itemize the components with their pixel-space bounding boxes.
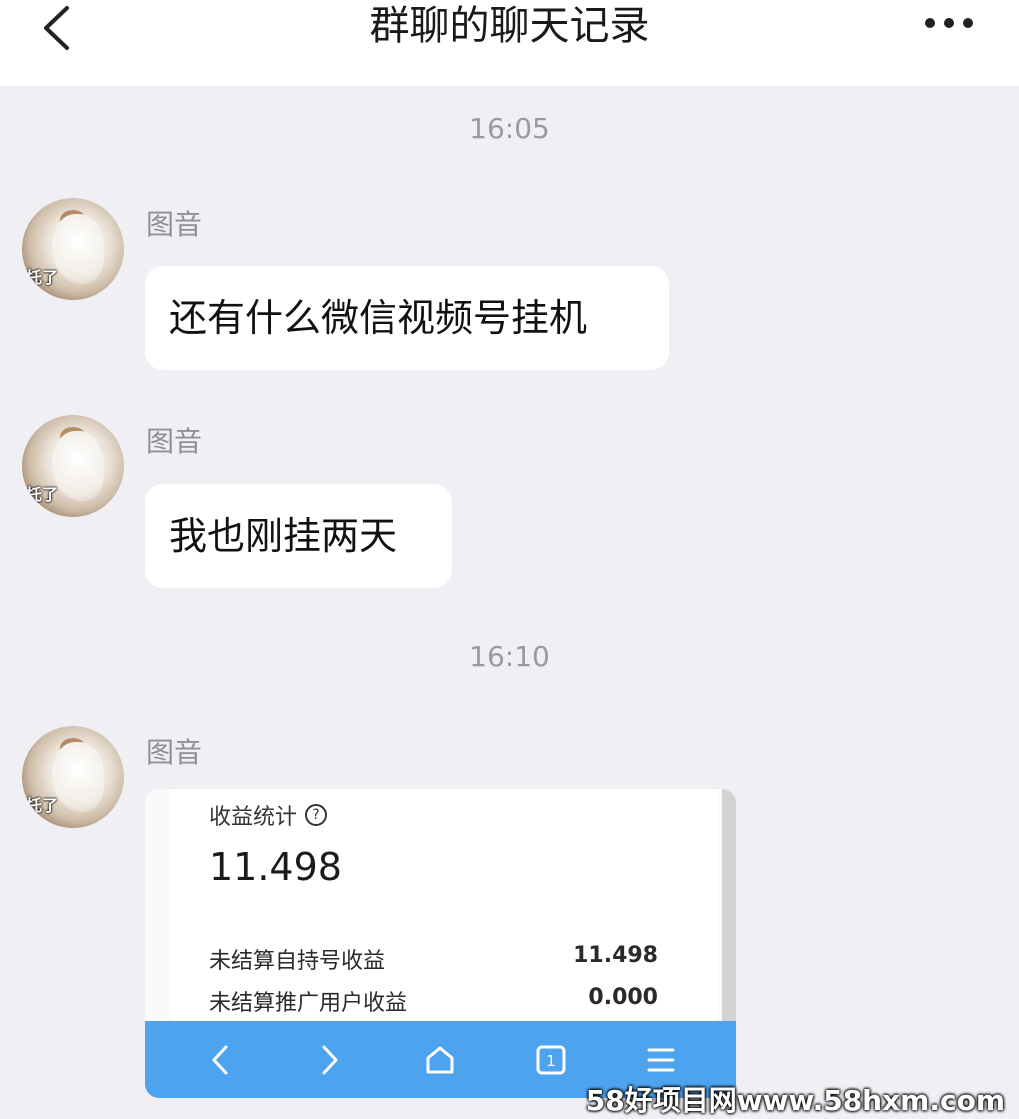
more-button[interactable] (919, 6, 979, 40)
earnings-row-value: 0.000 (588, 985, 658, 1010)
message-bubble[interactable]: 还有什么微信视频号挂机 (145, 266, 669, 370)
avatar-caption: 托了 (26, 796, 59, 815)
help-icon: ? (305, 804, 328, 826)
browser-home-button (410, 1030, 470, 1090)
watermark: 58好项目网www.58hxm.com (585, 1084, 1005, 1117)
home-icon (426, 1046, 454, 1073)
earnings-total: 11.498 (209, 845, 342, 889)
chevron-left-icon (212, 1045, 228, 1074)
avatar[interactable]: 托了 (22, 726, 124, 828)
earnings-title: 收益统计 ? (209, 799, 328, 831)
earnings-row-label: 未结算推广用户收益 (209, 991, 408, 1016)
top-bar: 群聊的聊天记录 (0, 0, 1019, 86)
more-horizontal-icon (925, 18, 973, 28)
tabs-icon: 1 (536, 1045, 566, 1074)
image-message[interactable]: 收益统计 ? 11.498 未结算自持号收益 11.498 未结算推广用户收益 … (145, 789, 736, 1098)
avatar-caption: 托了 (26, 268, 59, 287)
avatar[interactable]: 托了 (22, 415, 124, 517)
message-bubble[interactable]: 我也刚挂两天 (145, 484, 452, 588)
timestamp: 16:10 (469, 640, 550, 673)
browser-tabs-button: 1 (521, 1030, 581, 1090)
earnings-row-value: 11.498 (573, 943, 658, 968)
timestamp: 16:05 (469, 112, 550, 145)
tabs-count: 1 (546, 1052, 556, 1070)
chevron-right-icon (322, 1045, 338, 1074)
sender-name: 图音 (146, 425, 203, 458)
page-title: 群聊的聊天记录 (369, 3, 650, 49)
menu-icon (647, 1048, 675, 1071)
earnings-row-label: 未结算自持号收益 (209, 949, 386, 974)
sender-name: 图音 (146, 736, 203, 769)
avatar-caption: 托了 (26, 485, 59, 504)
sender-name: 图音 (146, 208, 203, 241)
avatar[interactable]: 托了 (22, 198, 124, 300)
earnings-title-label: 收益统计 (209, 805, 298, 830)
browser-forward-button (300, 1030, 360, 1090)
browser-back-button (190, 1030, 250, 1090)
